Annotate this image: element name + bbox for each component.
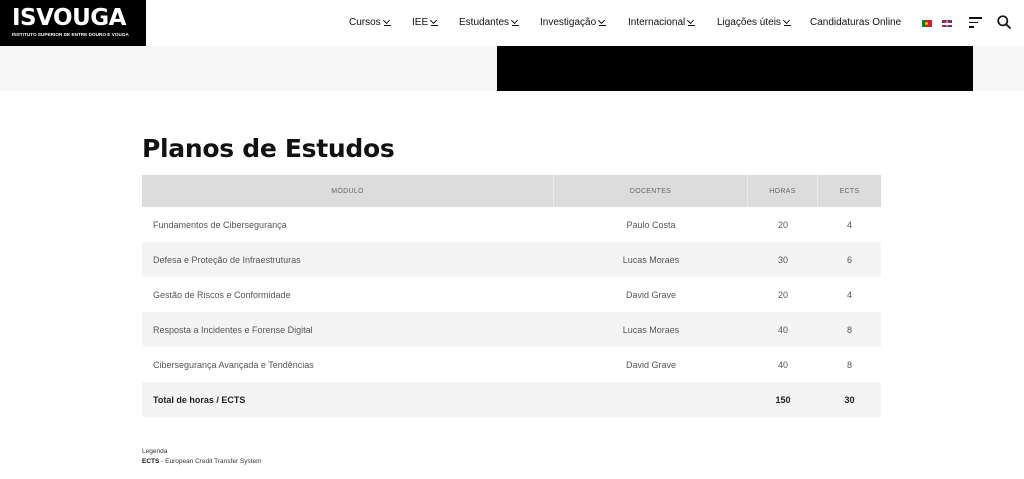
column-header-docentes: DOCENTES (554, 175, 748, 207)
nav-item-label: Internacional (628, 17, 686, 28)
table-total-row: Total de horas / ECTS 150 30 (142, 382, 881, 417)
cell-horas: 40 (777, 359, 788, 370)
cell-horas: 40 (777, 324, 788, 335)
nav-item-label: IEE (412, 17, 429, 28)
nav-item-ligacoes-uteis[interactable]: Ligações úteis (717, 16, 793, 28)
column-header-horas: HORAS (748, 175, 818, 207)
cell-horas: 20 (777, 219, 788, 230)
chevron-down-icon (781, 16, 793, 28)
table-header: MÓDULO DOCENTES HORAS ECTS (142, 175, 881, 207)
table-row: Fundamentos de Cibersegurança Paulo Cost… (142, 207, 881, 242)
column-header-ects: ECTS (839, 187, 860, 195)
cell-modulo: Fundamentos de Cibersegurança (153, 219, 287, 230)
chevron-down-icon (428, 16, 440, 28)
column-header-modulo: MÓDULO (142, 175, 554, 207)
cell-ects: 4 (846, 289, 852, 300)
legend-entry: ECTS - European Credit Transfer System (142, 457, 262, 467)
cell-docente: David Grave (625, 359, 677, 370)
nav-item-investigacao[interactable]: Investigação (540, 16, 608, 28)
cell-ects: 8 (846, 359, 852, 370)
menu-icon[interactable] (969, 17, 982, 28)
total-label: Total de horas / ECTS (153, 394, 246, 405)
cell-docente: Paulo Costa (626, 219, 676, 230)
legend-title: Legenda (142, 448, 168, 455)
total-ects: 30 (844, 394, 855, 405)
chevron-down-icon (381, 16, 393, 28)
legend: Legenda ECTS - European Credit Transfer … (142, 447, 262, 467)
nav-item-internacional[interactable]: Internacional (628, 16, 697, 28)
nav-item-label: Investigação (540, 17, 597, 28)
banner-image (497, 46, 973, 91)
table-row: Cibersegurança Avançada e Tendências Dav… (142, 347, 881, 382)
cell-ects: 8 (846, 324, 852, 335)
cell-ects: 4 (846, 219, 852, 230)
cell-modulo: Gestão de Riscos e Conformidade (153, 289, 291, 300)
nav-item-label: Cursos (349, 17, 381, 28)
cell-docente: Lucas Moraes (622, 254, 680, 265)
chevron-down-icon (596, 16, 608, 28)
table-row: Defesa e Proteção de Infraestruturas Luc… (142, 242, 881, 277)
search-icon[interactable] (997, 15, 1011, 29)
nav-item-iee[interactable]: IEE (412, 16, 440, 28)
study-plan-table: MÓDULO DOCENTES HORAS ECTS Fundamentos d… (142, 175, 881, 417)
cell-ects: 6 (846, 254, 852, 265)
flag-pt-icon[interactable] (922, 20, 932, 27)
table-row: Gestão de Riscos e Conformidade David Gr… (142, 277, 881, 312)
nav-item-estudantes[interactable]: Estudantes (459, 16, 521, 28)
cell-modulo: Defesa e Proteção de Infraestruturas (153, 254, 301, 265)
main-nav: Cursos IEE Estudantes Investigação Inter… (0, 0, 1024, 46)
nav-item-cursos[interactable]: Cursos (349, 16, 393, 28)
legend-term: ECTS (142, 458, 160, 465)
total-horas: 150 (775, 394, 791, 405)
page-title: Planos de Estudos (142, 134, 395, 163)
site-header: ISVOUGA INSTITUTO SUPERIOR DE ENTRE DOUR… (0, 0, 1024, 46)
legend-definition: - European Credit Transfer System (159, 458, 262, 465)
total-spacer (554, 382, 748, 417)
nav-item-label: Candidaturas Online (810, 17, 902, 28)
nav-item-candidaturas-online[interactable]: Candidaturas Online (810, 17, 901, 28)
cell-horas: 30 (777, 254, 788, 265)
nav-item-label: Ligações úteis (717, 17, 781, 28)
nav-item-label: Estudantes (459, 17, 510, 28)
chevron-down-icon (509, 16, 521, 28)
cell-modulo: Cibersegurança Avançada e Tendências (153, 359, 314, 370)
chevron-down-icon (685, 16, 697, 28)
cell-docente: David Grave (625, 289, 677, 300)
flag-uk-icon[interactable] (942, 20, 952, 27)
cell-docente: Lucas Moraes (622, 324, 680, 335)
table-row: Resposta a Incidentes e Forense Digital … (142, 312, 881, 347)
cell-horas: 20 (777, 289, 788, 300)
cell-modulo: Resposta a Incidentes e Forense Digital (153, 324, 313, 335)
